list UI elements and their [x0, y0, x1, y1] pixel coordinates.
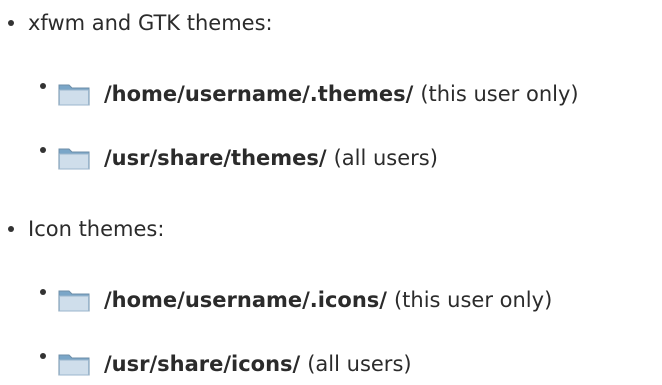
list-item-themes-user: /home/username/.themes/ (this user only): [40, 80, 579, 108]
folder-note: (this user only): [393, 288, 553, 312]
document: xfwm and GTK themes: /home/username/.the…: [0, 0, 662, 385]
list-item-themes-system: /usr/share/themes/ (all users): [40, 144, 438, 172]
list-item-icons-system: /usr/share/icons/ (all users): [40, 350, 412, 378]
folder-note: (this user only): [420, 82, 579, 106]
folder-note: (all users): [333, 146, 438, 170]
section-heading: xfwm and GTK themes:: [28, 11, 273, 35]
list-item-xfwm-gtk-themes: xfwm and GTK themes:: [8, 9, 273, 37]
folder-path: /home/username/.themes/: [104, 82, 414, 106]
folder-path: /usr/share/icons/: [104, 352, 301, 376]
bullet: [40, 147, 46, 153]
folder-icon: [58, 84, 90, 106]
section-heading: Icon themes:: [28, 217, 165, 241]
bullet: [40, 289, 46, 295]
folder-icon: [58, 290, 90, 312]
bullet: [40, 353, 46, 359]
folder-note: (all users): [307, 352, 412, 376]
folder-path: /usr/share/themes/: [104, 146, 327, 170]
folder-path: /home/username/.icons/: [104, 288, 387, 312]
list-item-icon-themes: Icon themes:: [8, 215, 164, 243]
bullet: [40, 83, 46, 89]
list-item-icons-user: /home/username/.icons/ (this user only): [40, 286, 552, 314]
folder-icon: [58, 148, 90, 170]
folder-icon: [58, 354, 90, 376]
bullet: [8, 226, 14, 232]
bullet: [8, 20, 14, 26]
